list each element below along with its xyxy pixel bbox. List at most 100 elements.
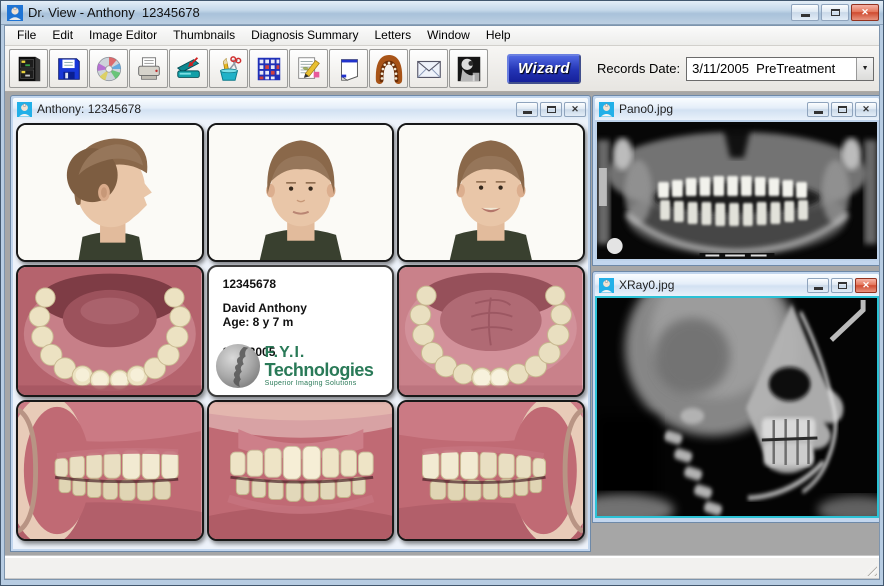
patient-photo-grid: 12345678 David Anthony Age: 8 y 7 m 3/11… (13, 120, 588, 549)
lower-occlusal-image (18, 267, 202, 395)
photo-left-buccal[interactable] (397, 400, 585, 541)
logo-fyi-text: F.Y.I. (265, 345, 374, 361)
save-icon (54, 54, 84, 84)
photo-frontal-rest[interactable] (207, 123, 395, 262)
restore-icon (831, 9, 840, 16)
menu-help[interactable]: Help (478, 26, 519, 45)
photo-lower-occlusal[interactable] (16, 265, 204, 397)
restore-icon (838, 282, 847, 289)
photo-upper-occlusal[interactable] (397, 265, 585, 397)
patient-info-card[interactable]: 12345678 David Anthony Age: 8 y 7 m 3/11… (207, 265, 395, 397)
patient-close-button[interactable]: ✕ (564, 102, 586, 117)
thumbnail-grid-icon (254, 54, 284, 84)
xray-window-title-bar[interactable]: XRay0.jpg ✕ (595, 274, 879, 296)
minimize-icon (814, 111, 823, 114)
close-icon: ✕ (862, 281, 870, 290)
toolbar-button-page[interactable] (329, 49, 368, 88)
patient-window: Anthony: 12345678 ✕ (10, 95, 591, 552)
photo-right-buccal[interactable] (16, 400, 204, 541)
window-title: Dr. View - Anthony 12345678 (28, 5, 791, 20)
patient-window-title-bar[interactable]: Anthony: 12345678 ✕ (13, 98, 588, 120)
toolbar-button-xray[interactable] (449, 49, 488, 88)
menu-file[interactable]: File (9, 26, 44, 45)
pano-restore-button[interactable] (831, 102, 853, 117)
minimize-icon (523, 111, 532, 114)
photo-frontal-smile[interactable] (397, 123, 585, 262)
photo-profile-right[interactable] (16, 123, 204, 262)
logo-tagline-text: Superior Imaging Solutions (265, 380, 374, 387)
restore-button[interactable] (821, 4, 849, 21)
close-icon: ✕ (571, 105, 579, 114)
pano-minimize-button[interactable] (807, 102, 829, 117)
toolbar-button-letter-editor[interactable] (289, 49, 328, 88)
mdi-workspace: Anthony: 12345678 ✕ (5, 92, 879, 556)
page-layout-icon (334, 54, 364, 84)
restore-icon (838, 106, 847, 113)
app-icon (7, 5, 23, 21)
main-title-bar[interactable]: Dr. View - Anthony 12345678 ✕ (1, 1, 883, 25)
card-patient-name: David Anthony (223, 301, 387, 315)
pano-window-title-bar[interactable]: Pano0.jpg ✕ (595, 98, 879, 120)
file-cabinet-icon (14, 54, 44, 84)
menu-thumbnails[interactable]: Thumbnails (165, 26, 243, 45)
restore-icon (547, 106, 556, 113)
toolbar-button-scan[interactable] (169, 49, 208, 88)
menu-image-editor[interactable]: Image Editor (81, 26, 165, 45)
print-icon (134, 54, 164, 84)
records-date-combobox[interactable]: 3/11/2005 PreTreatment ▼ (686, 57, 874, 81)
photo-frontal-occlusion[interactable] (207, 400, 395, 541)
resize-grip[interactable] (863, 562, 877, 576)
right-buccal-image (18, 402, 202, 539)
patient-restore-button[interactable] (540, 102, 562, 117)
toolbar-button-mail[interactable] (409, 49, 448, 88)
xray-patient-icon (599, 278, 614, 293)
scanner-icon (174, 54, 204, 84)
xray-image-area[interactable] (595, 296, 879, 518)
toolbar-button-cd[interactable] (89, 49, 128, 88)
toolbar-button-thumbnails[interactable] (249, 49, 288, 88)
xray-restore-button[interactable] (831, 278, 853, 293)
profile-photo-image (18, 125, 202, 260)
toolbar-button-print[interactable] (129, 49, 168, 88)
minimize-button[interactable] (791, 4, 819, 21)
menu-letters[interactable]: Letters (366, 26, 419, 45)
pano-window: Pano0.jpg ✕ (592, 95, 879, 266)
toolbar-button-tools[interactable] (209, 49, 248, 88)
pen-cup-icon (214, 54, 244, 84)
upper-occlusal-image (399, 267, 583, 395)
xray-window: XRay0.jpg ✕ (592, 271, 879, 523)
frontal-photo-image (209, 125, 393, 260)
menu-window[interactable]: Window (419, 26, 478, 45)
menu-bar: File Edit Image Editor Thumbnails Diagno… (5, 26, 879, 46)
left-buccal-image (399, 402, 583, 539)
fyi-technologies-logo: F.Y.I. Technologies Superior Imaging Sol… (215, 343, 374, 389)
patient-window-title: Anthony: 12345678 (37, 102, 516, 116)
pano-close-button[interactable]: ✕ (855, 102, 877, 117)
patient-icon (17, 102, 32, 117)
mail-envelope-icon (414, 54, 444, 84)
toolbar-button-dental-arch[interactable] (369, 49, 408, 88)
smile-photo-image (399, 125, 583, 260)
cephalometric-xray-image (597, 298, 877, 516)
close-button[interactable]: ✕ (851, 4, 879, 21)
xray-minimize-button[interactable] (807, 278, 829, 293)
panoramic-xray-image (597, 122, 877, 259)
toolbar-button-file-cabinet[interactable] (9, 49, 48, 88)
dental-arch-icon (374, 54, 404, 84)
close-icon: ✕ (861, 8, 869, 17)
records-date-label: Records Date: (597, 61, 680, 76)
chevron-down-icon[interactable]: ▼ (856, 58, 873, 80)
records-date-value: 3/11/2005 PreTreatment (687, 61, 856, 76)
card-patient-age: Age: 8 y 7 m (223, 315, 387, 329)
xray-close-button[interactable]: ✕ (855, 278, 877, 293)
minimize-icon (801, 14, 810, 17)
menu-diagnosis-summary[interactable]: Diagnosis Summary (243, 26, 366, 45)
card-patient-id: 12345678 (223, 277, 387, 291)
pano-image-area[interactable] (595, 120, 879, 261)
patient-minimize-button[interactable] (516, 102, 538, 117)
toolbar-button-save[interactable] (49, 49, 88, 88)
fyi-logo-globe-icon (215, 343, 261, 389)
menu-edit[interactable]: Edit (44, 26, 81, 45)
cd-disc-icon (94, 54, 124, 84)
wizard-button[interactable]: Wizard (507, 54, 581, 84)
